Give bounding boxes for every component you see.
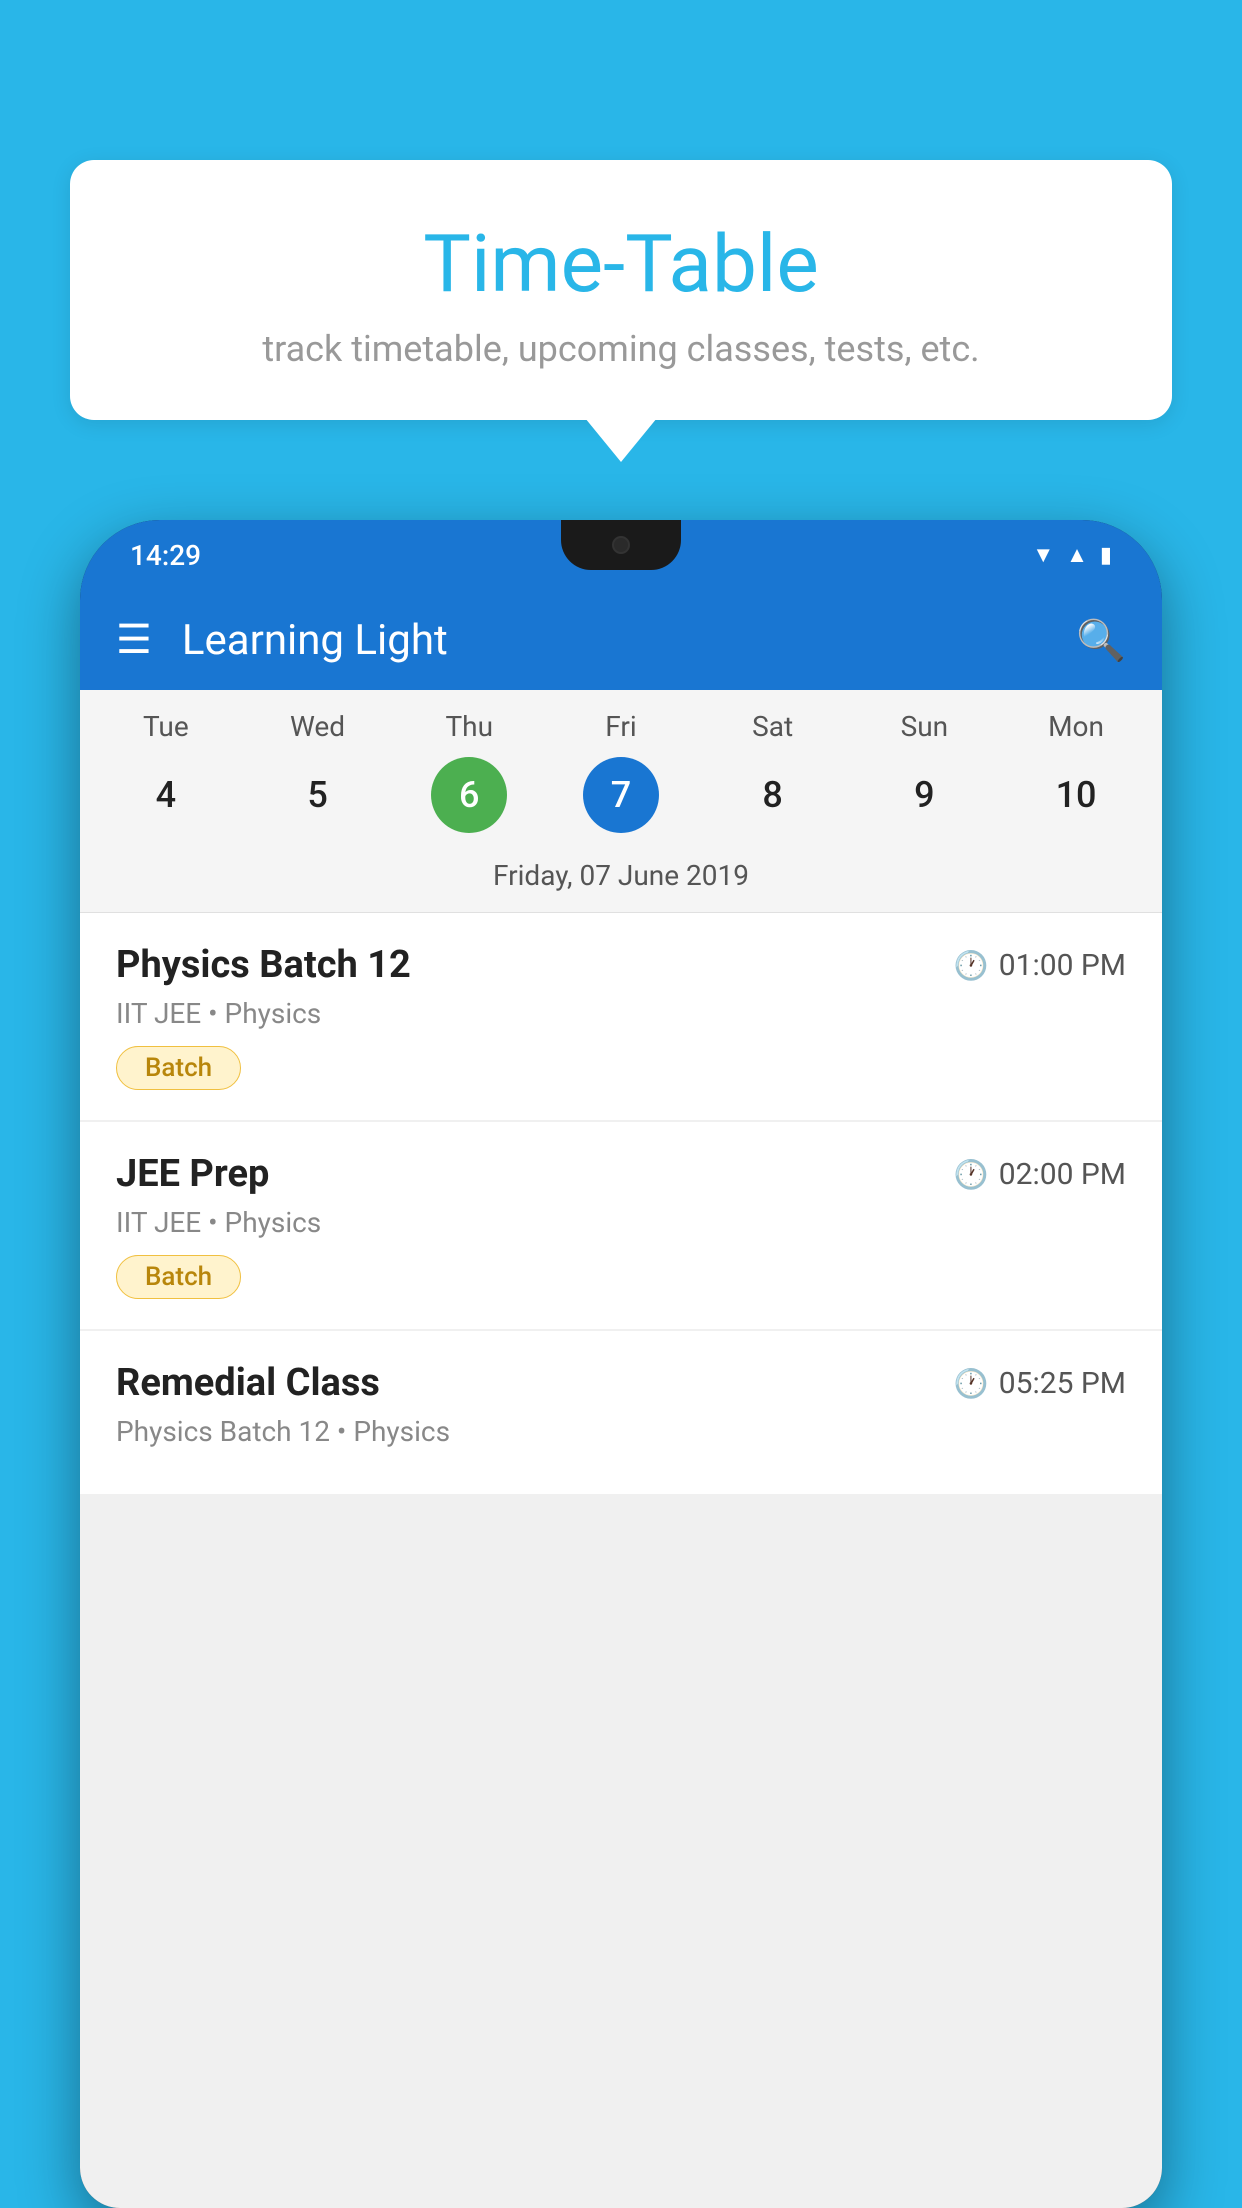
- day-name: Wed: [290, 710, 345, 743]
- bubble-subtitle: track timetable, upcoming classes, tests…: [130, 328, 1112, 370]
- day-number: 9: [886, 757, 962, 833]
- day-number: 10: [1038, 757, 1114, 833]
- day-number: 6: [431, 757, 507, 833]
- day-name: Fri: [605, 710, 636, 743]
- batch-badge: Batch: [116, 1255, 241, 1299]
- day-name: Mon: [1048, 710, 1104, 743]
- calendar-strip: Tue 4 Wed 5 Thu 6 Fri 7 Sat 8 Sun 9 Mon 10 Friday, 07…: [80, 690, 1162, 913]
- selected-date-label: Friday, 07 June 2019: [80, 843, 1162, 913]
- day-number: 7: [583, 757, 659, 833]
- speech-bubble-container: Time-Table track timetable, upcoming cla…: [70, 160, 1172, 420]
- item-subtitle: Physics Batch 12 • Physics: [116, 1415, 1126, 1448]
- clock-icon: 🕐: [954, 1367, 989, 1400]
- hamburger-icon[interactable]: ☰: [116, 620, 152, 660]
- day-col-mon[interactable]: Mon 10: [1011, 710, 1141, 833]
- item-time: 🕐 05:25 PM: [954, 1366, 1126, 1401]
- day-col-sun[interactable]: Sun 9: [859, 710, 989, 833]
- clock-icon: 🕐: [954, 949, 989, 982]
- app-title: Learning Light: [182, 616, 1046, 665]
- notch: [561, 520, 681, 570]
- schedule-item[interactable]: JEE Prep 🕐 02:00 PM IIT JEE • Physics Batch: [80, 1122, 1162, 1329]
- phone-inner: Tue 4 Wed 5 Thu 6 Fri 7 Sat 8 Sun 9 Mon 10 Friday, 07…: [80, 690, 1162, 2208]
- search-icon[interactable]: 🔍: [1076, 617, 1126, 664]
- day-col-tue[interactable]: Tue 4: [101, 710, 231, 833]
- item-time: 🕐 02:00 PM: [954, 1157, 1126, 1192]
- day-name: Thu: [445, 710, 493, 743]
- bubble-title: Time-Table: [130, 220, 1112, 308]
- day-number: 4: [128, 757, 204, 833]
- item-title: Remedial Class: [116, 1361, 380, 1405]
- status-icons: ▼ ▲ ▮: [1032, 542, 1112, 568]
- day-name: Sun: [901, 710, 949, 743]
- clock-icon: 🕐: [954, 1158, 989, 1191]
- app-bar: ☰ Learning Light 🔍: [80, 590, 1162, 690]
- status-time: 14:29: [130, 539, 201, 572]
- schedule-item[interactable]: Physics Batch 12 🕐 01:00 PM IIT JEE • Physi…: [80, 913, 1162, 1120]
- time-text: 02:00 PM: [999, 1157, 1126, 1192]
- day-col-fri[interactable]: Fri 7: [556, 710, 686, 833]
- signal-icon: ▲: [1066, 542, 1088, 568]
- battery-icon: ▮: [1100, 543, 1112, 568]
- day-name: Sat: [752, 710, 793, 743]
- day-number: 5: [280, 757, 356, 833]
- camera-dot: [612, 536, 630, 554]
- time-text: 01:00 PM: [999, 948, 1126, 983]
- phone-frame: 14:29 ▼ ▲ ▮ ☰ Learning Light 🔍 Tue4Wed5T…: [80, 520, 1162, 2208]
- batch-badge: Batch: [116, 1046, 241, 1090]
- item-time: 🕐 01:00 PM: [954, 948, 1126, 983]
- time-text: 05:25 PM: [999, 1366, 1126, 1401]
- speech-bubble: Time-Table track timetable, upcoming cla…: [70, 160, 1172, 420]
- schedule-content: Physics Batch 12 🕐 01:00 PM IIT JEE • Physi…: [80, 913, 1162, 1494]
- day-col-sat[interactable]: Sat 8: [708, 710, 838, 833]
- item-subtitle: IIT JEE • Physics: [116, 997, 1126, 1030]
- day-name: Tue: [143, 710, 189, 743]
- item-title: JEE Prep: [116, 1152, 269, 1196]
- status-bar: 14:29 ▼ ▲ ▮: [80, 520, 1162, 590]
- day-col-wed[interactable]: Wed 5: [253, 710, 383, 833]
- schedule-item[interactable]: Remedial Class 🕐 05:25 PM Physics Batch 12 …: [80, 1331, 1162, 1494]
- days-row: Tue 4 Wed 5 Thu 6 Fri 7 Sat 8 Sun 9 Mon 10: [80, 710, 1162, 833]
- day-col-thu[interactable]: Thu 6: [404, 710, 534, 833]
- day-number: 8: [735, 757, 811, 833]
- item-title: Physics Batch 12: [116, 943, 411, 987]
- item-subtitle: IIT JEE • Physics: [116, 1206, 1126, 1239]
- wifi-icon: ▼: [1032, 542, 1054, 568]
